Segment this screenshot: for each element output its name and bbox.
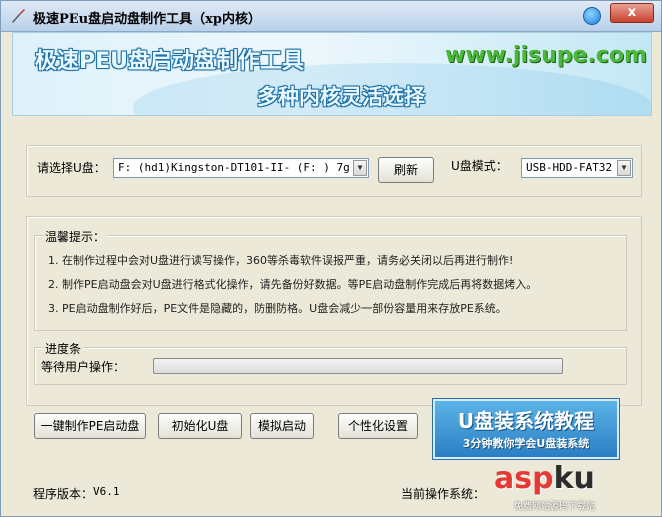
tip-item: 1. 在制作过程中会对U盘进行读写操作，360等杀毒软件误报严重，请务必关闭以后… <box>48 254 514 267</box>
window-title: 极速PEu盘启动盘制作工具（xp内核） <box>33 12 261 27</box>
usb-select-dropdown[interactable]: F: (hd1)Kingston-DT101-II- (F: ) 7g * ▼ <box>113 158 369 178</box>
usb-mode-label: U盘模式： <box>451 159 508 173</box>
simulate-boot-button[interactable]: 模拟启动 <box>250 413 314 439</box>
make-boot-disk-button[interactable]: 一键制作PE启动盘 <box>34 413 146 439</box>
version-value: V6.1 <box>93 485 120 498</box>
progress-status: 等待用户操作： <box>41 360 126 374</box>
tutorial-title: U盘装系统教程 <box>457 409 595 433</box>
banner-title: 极速PEU盘启动盘制作工具 <box>35 49 305 74</box>
tip-item: 2. 制作PE启动盘会对U盘进行格式化操作，请先备份好数据。等PE启动盘制作完成… <box>48 278 538 291</box>
chevron-down-icon[interactable]: ▼ <box>353 160 367 176</box>
tutorial-banner[interactable]: U盘装系统教程 3分钟教你学会U盘装系统 <box>433 399 619 459</box>
personalize-button[interactable]: 个性化设置 <box>338 413 418 439</box>
usb-mode-value: USB-HDD-FAT32 <box>526 161 613 174</box>
banner: 极速PEU盘启动盘制作工具 www.jisupe.com 多种内核灵活选择 <box>12 32 652 116</box>
usb-select-label: 请选择U盘： <box>37 161 106 175</box>
tips-heading: 温馨提示： <box>43 228 108 245</box>
watermark-subtitle: 免费网站源码下载站 <box>514 502 596 512</box>
watermark-ku: ku <box>553 461 595 496</box>
banner-url: www.jisupe.com <box>445 43 647 68</box>
refresh-button[interactable]: 刷新 <box>378 157 434 183</box>
usb-mode-dropdown[interactable]: USB-HDD-FAT32 ▼ <box>521 158 633 178</box>
usb-select-value: F: (hd1)Kingston-DT101-II- (F: ) 7g * <box>118 161 364 174</box>
watermark-main: asp <box>494 461 554 496</box>
close-button[interactable]: x <box>610 3 654 23</box>
progress-bar <box>153 358 563 374</box>
tip-item: 3. PE启动盘制作好后，PE文件是隐藏的，防删防格。U盘会减少一部份容量用来存… <box>48 302 507 315</box>
title-bar: 极速PEu盘启动盘制作工具（xp内核） x <box>1 1 661 32</box>
chevron-down-icon[interactable]: ▼ <box>617 160 631 176</box>
brush-icon <box>12 9 25 23</box>
tutorial-subtitle: 3分钟教你学会U盘装系统 <box>462 437 590 450</box>
app-window: 极速PEu盘启动盘制作工具（xp内核） x 极速PEU盘启动盘制作工具 www.… <box>0 0 662 517</box>
banner-subtitle: 多种内核灵活选择 <box>257 85 425 109</box>
os-label: 当前操作系统： <box>401 487 486 501</box>
init-usb-button[interactable]: 初始化U盘 <box>158 413 242 439</box>
version-label: 程序版本： <box>33 487 94 501</box>
progress-heading: 进度条 <box>43 340 84 357</box>
help-icon[interactable] <box>583 7 601 25</box>
watermark-logo: aspku <box>494 461 595 496</box>
